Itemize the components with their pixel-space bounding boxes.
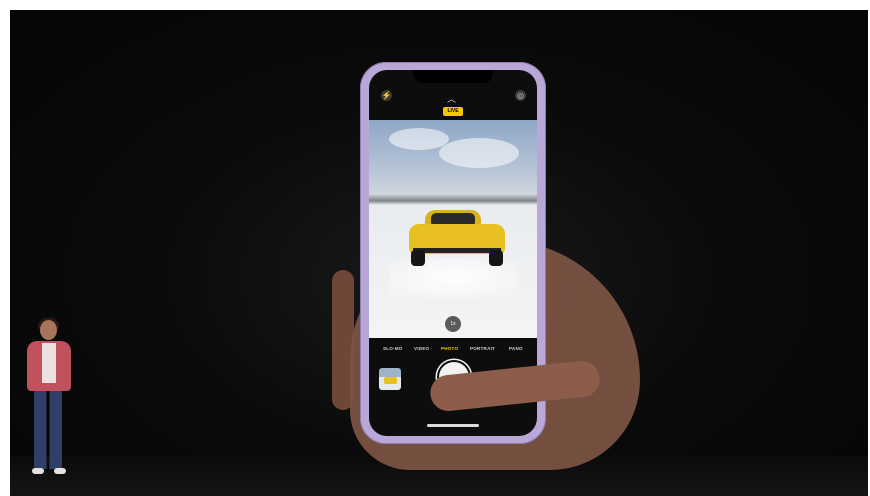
yellow-car — [407, 208, 507, 268]
keynote-stage: ⚡ ︿ ◎ LIVE 1x SLO-MO VIDEO PHOTO PORTRAI… — [10, 10, 868, 496]
cloud — [439, 138, 519, 168]
presenter-shoe-left — [32, 468, 44, 474]
presenter-shoe-right — [54, 468, 66, 474]
notch — [413, 70, 493, 83]
viewfinder[interactable]: 1x — [369, 120, 537, 338]
chevron-up-icon[interactable]: ︿ — [447, 92, 456, 105]
flash-icon[interactable]: ⚡ — [381, 90, 392, 101]
mode-photo[interactable]: PHOTO — [441, 346, 458, 351]
presenter-head — [40, 320, 57, 340]
thumbnail-car — [384, 377, 397, 384]
car-bumper — [413, 248, 501, 253]
home-indicator — [427, 424, 479, 427]
car-wheel — [489, 250, 503, 266]
settings-icon[interactable]: ◎ — [515, 90, 526, 101]
car-window — [431, 213, 475, 224]
photo-thumbnail[interactable] — [379, 368, 401, 390]
mode-portrait[interactable]: PORTRAIT — [470, 346, 495, 351]
presenter-legs — [34, 391, 62, 469]
cloud — [389, 128, 449, 150]
camera-mode-selector: SLO-MO VIDEO PHOTO PORTRAIT PANO — [369, 346, 537, 360]
presenter-shirt — [42, 343, 56, 383]
presenter — [18, 318, 80, 478]
zoom-button[interactable]: 1x — [445, 316, 461, 332]
mode-video[interactable]: VIDEO — [414, 346, 429, 351]
live-badge[interactable]: LIVE — [443, 107, 463, 116]
mode-pano[interactable]: PANO — [509, 346, 523, 351]
mode-slo-mo[interactable]: SLO-MO — [383, 346, 403, 351]
car-wheel — [411, 250, 425, 266]
